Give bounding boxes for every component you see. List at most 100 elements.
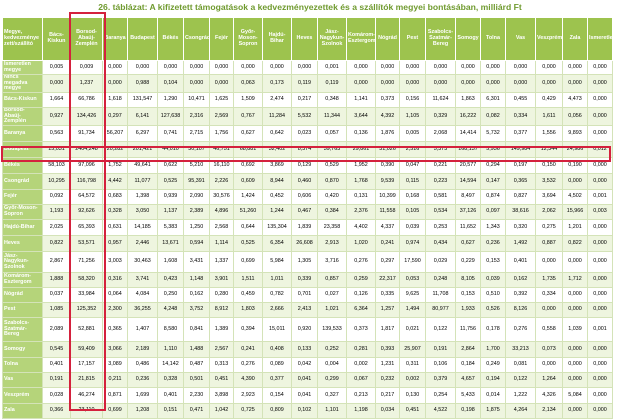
table-cell: 5,936 (480, 141, 506, 159)
table-cell: 0,003 (587, 204, 613, 221)
table-cell: 1,875 (480, 403, 506, 419)
table-cell: 0,154 (262, 387, 292, 405)
table-cell: 10,471 (183, 92, 210, 109)
header-row: Megye, kedvezménye zett/szállító Bács-Kis… (2, 17, 613, 61)
table-cell: 0,041 (291, 372, 318, 389)
table-cell: 2,316 (183, 107, 210, 127)
table-cell: 11,756 (455, 317, 481, 343)
table-cell: 59,409 (70, 341, 103, 359)
table-cell: 0,000 (587, 357, 613, 374)
table-cell: 0,236 (480, 235, 506, 253)
table-cell: 0,957 (102, 235, 128, 253)
table-cell: 0,105 (399, 204, 426, 221)
table-cell: 0,229 (455, 251, 481, 274)
table-cell: 0,000 (535, 251, 563, 274)
table-cell: 38,616 (505, 204, 536, 221)
table-row: Borsod-Abaúj-Zemplén 0,927 134,426 0,297 6,1… (2, 107, 613, 127)
table-cell: 0,297 (102, 107, 128, 127)
table-cell: 56,207 (102, 125, 128, 143)
table-cell: 25,907 (399, 341, 426, 359)
table-cell: 0,115 (399, 173, 426, 191)
table-cell: 0,005 (399, 125, 426, 143)
table-cell: 30,576 (209, 189, 234, 206)
table-cell: 31,026 (375, 141, 400, 159)
table-cell: 0,000 (562, 73, 588, 94)
table-row: Szabolcs-Szatmár-Bereg 2,089 52,881 0,365 1,… (2, 317, 613, 343)
table-cell: 51,260 (233, 204, 263, 221)
table-cell: 5,210 (183, 157, 210, 175)
table-cell: 0,434 (425, 235, 456, 253)
table-cell: 0,313 (209, 357, 234, 374)
table-cell: 0,150 (535, 157, 563, 175)
table-cell: 1,201 (562, 219, 588, 237)
table-cell: 1,020 (346, 235, 376, 253)
table-cell: 4,657 (455, 372, 481, 389)
table-cell: 5,732 (480, 125, 506, 143)
table-cell: 1,389 (209, 317, 234, 343)
table-cell: 37,126 (455, 204, 481, 221)
table-cell: 3,716 (317, 251, 347, 274)
table-cell: 23,358 (317, 219, 347, 237)
table-cell: 134,426 (70, 107, 103, 127)
table-cell: 0,699 (233, 251, 263, 274)
row-label: Zala (2, 403, 43, 419)
table-cell: 0,000 (562, 60, 588, 75)
table-cell: 0,373 (346, 317, 376, 343)
table-cell: 0,581 (425, 189, 456, 206)
table-cell: 1,193 (42, 204, 71, 221)
table-row: Nógrád 0,037 33,984 0,064 4,084 0,250 0,162 0,2… (2, 287, 613, 304)
table-cell: 0,393 (375, 341, 400, 359)
column-header: Hajdú-Bihar (262, 17, 292, 61)
table-cell: 0,162 (183, 287, 210, 304)
table-cell: 1,148 (183, 272, 210, 289)
table-cell: 0,000 (183, 60, 210, 75)
table-cell: 0,000 (480, 60, 506, 75)
table-title: 26. táblázat: A kifizetett támogatások a… (98, 2, 522, 12)
table-cell: 0,423 (157, 272, 184, 289)
table-cell: 0,073 (535, 341, 563, 359)
table-cell: 3,532 (535, 173, 563, 191)
table-cell: 0,000 (209, 60, 234, 75)
table-cell: 3,901 (209, 272, 234, 289)
table-cell: 0,401 (505, 251, 536, 274)
table-cell: 8,105 (455, 272, 481, 289)
table-cell: 0,857 (317, 272, 347, 289)
column-header: Borsod-Abaúj-Zemplén (70, 17, 103, 61)
table-cell: 0,692 (233, 157, 263, 175)
column-header: Szabolcs-Szatmár-Bereg (425, 17, 456, 61)
column-header: Budapest (127, 17, 158, 61)
column-header: Nógrád (375, 17, 400, 61)
table-cell: 3,431 (183, 251, 210, 274)
table-cell: 0,253 (425, 219, 456, 237)
table-cell: 4,337 (375, 219, 400, 237)
table-cell: 0,339 (291, 272, 318, 289)
table-cell: 0,455 (505, 92, 536, 109)
table-cell: 0,000 (399, 60, 426, 75)
column-header: Fejér (209, 17, 234, 61)
table-cell: 0,841 (183, 317, 210, 343)
table-cell: 14,185 (127, 219, 158, 237)
table-body: Ismeretlen megye 0,005 0,009 0,000 0,000 0,00… (2, 60, 613, 419)
table-cell: 0,874 (480, 189, 506, 206)
column-header: Pest (399, 17, 426, 61)
table-cell: 0,241 (233, 341, 263, 359)
table-cell: 8,374 (291, 141, 318, 159)
table-cell: 0,741 (157, 125, 184, 143)
table-cell: 0,451 (399, 403, 426, 419)
table-cell: 0,004 (317, 357, 347, 374)
table-cell: 0,012 (587, 141, 613, 159)
table-cell: 1,768 (346, 173, 376, 191)
column-header: Jász-Nagykun-Szolnok (317, 17, 347, 61)
row-label: Bács-Kiskun (2, 92, 43, 109)
table-cell: 1,110 (157, 341, 184, 359)
table-cell: 0,366 (42, 403, 71, 419)
table-cell: 139,533 (317, 317, 347, 343)
table-cell: 2,923 (233, 387, 263, 405)
table-cell: 0,000 (399, 73, 426, 94)
table-cell: 0,001 (587, 317, 613, 343)
table-cell: 0,191 (42, 372, 71, 389)
table-cell: 0,487 (183, 357, 210, 374)
table-cell: 2,568 (209, 219, 234, 237)
table-cell: 0,642 (262, 125, 292, 143)
table-cell: 1,237 (70, 73, 103, 94)
